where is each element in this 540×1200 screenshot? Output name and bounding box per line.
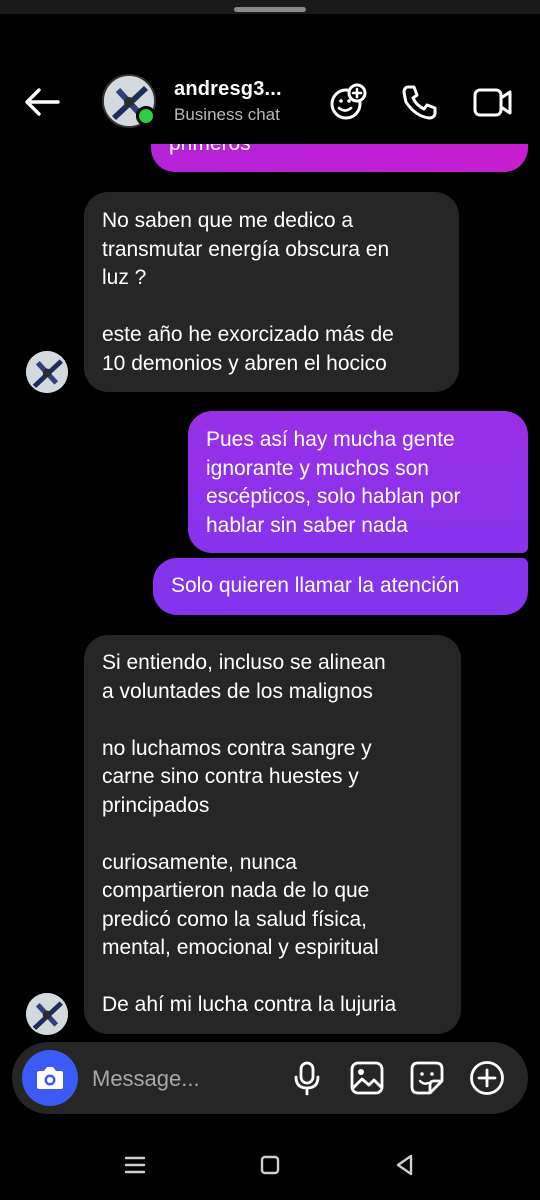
message-text: No saben que me dedico a transmutar ener…: [102, 209, 394, 375]
more-button[interactable]: [469, 1060, 505, 1096]
camera-button[interactable]: [22, 1050, 78, 1106]
sticker-face-add-icon: [330, 83, 367, 120]
message-text: Si entiendo, incluso se alinean a volunt…: [102, 651, 397, 1016]
message-received[interactable]: Si entiendo, incluso se alinean a volunt…: [84, 635, 461, 1034]
video-call-button[interactable]: [472, 82, 512, 122]
contact-name[interactable]: andresg3...: [174, 78, 282, 101]
arrow-left-icon: [25, 88, 60, 116]
back-button[interactable]: [22, 84, 62, 120]
menu-lines-icon: [124, 1156, 146, 1174]
message-text: Solo quieren llamar la atención: [171, 574, 460, 597]
message-received[interactable]: No saben que me dedico a transmutar ener…: [84, 192, 459, 392]
status-handle: [234, 7, 306, 12]
camera-icon: [37, 1067, 63, 1089]
message-sent[interactable]: Pues así hay mucha gente ignorante y muc…: [188, 411, 528, 553]
image-icon: [350, 1061, 384, 1095]
video-camera-icon: [473, 88, 512, 117]
recents-button[interactable]: [120, 1150, 150, 1180]
back-nav-button[interactable]: [390, 1150, 420, 1180]
effects-button[interactable]: [328, 82, 368, 122]
gallery-button[interactable]: [349, 1060, 385, 1096]
sticker-button[interactable]: [409, 1060, 445, 1096]
contact-avatar[interactable]: [102, 74, 156, 128]
system-navigation-bar: [0, 1128, 540, 1200]
message-composer: [12, 1042, 528, 1114]
call-button[interactable]: [400, 82, 440, 122]
message-sent[interactable]: Solo quieren llamar la atención: [153, 558, 528, 615]
triangle-back-icon: [396, 1154, 413, 1176]
plus-circle-icon: [470, 1061, 504, 1095]
sender-avatar[interactable]: [26, 351, 68, 393]
voice-message-button[interactable]: [289, 1060, 325, 1096]
chat-header: andresg3... Business chat: [0, 62, 540, 144]
sender-avatar[interactable]: [26, 993, 68, 1035]
contact-subtitle: Business chat: [174, 105, 280, 124]
message-text: Pues así hay mucha gente ignorante y muc…: [206, 428, 461, 537]
home-button[interactable]: [255, 1150, 285, 1180]
microphone-icon: [294, 1061, 320, 1096]
phone-icon: [402, 85, 437, 120]
square-icon: [260, 1155, 280, 1175]
sticker-icon: [410, 1061, 444, 1095]
online-status-dot: [136, 106, 156, 126]
message-input[interactable]: [90, 1060, 284, 1098]
